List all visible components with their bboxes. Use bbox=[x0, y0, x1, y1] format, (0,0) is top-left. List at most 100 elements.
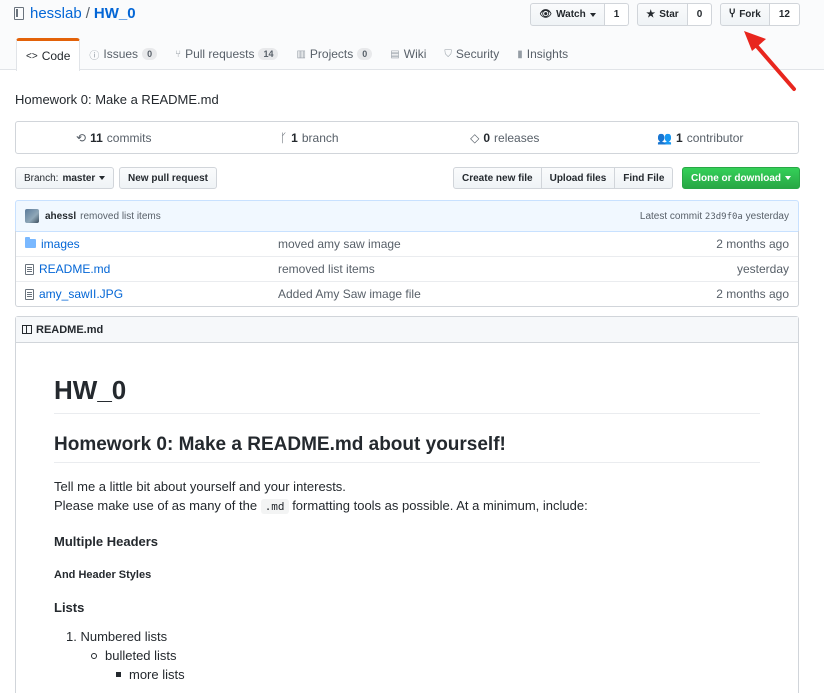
folder-icon bbox=[25, 237, 36, 248]
shield-icon: ⛉ bbox=[444, 48, 452, 60]
repo-actions: 👁 Watch 1 ★ Star 0 Ⴤ Fork 12 bbox=[530, 3, 800, 26]
book-icon bbox=[22, 325, 32, 334]
file-navigation: Create new file Upload files Find File bbox=[453, 167, 674, 189]
fork-button[interactable]: Ⴤ Fork bbox=[720, 3, 770, 26]
branch-count: 1 bbox=[291, 130, 298, 145]
commits-link[interactable]: ⟲ 11 commits bbox=[16, 122, 212, 153]
star-label: Star bbox=[659, 9, 679, 20]
file-name-cell: images bbox=[25, 237, 278, 251]
find-file-button[interactable]: Find File bbox=[614, 167, 674, 189]
tab-issues[interactable]: ⓘ Issues 0 bbox=[80, 38, 166, 70]
list-item: 1. Numbered lists bbox=[66, 629, 168, 644]
upload-files-button[interactable]: Upload files bbox=[540, 167, 616, 189]
tab-insights[interactable]: ▮ Insights bbox=[508, 38, 577, 70]
repo-tabs: <> Code ⓘ Issues 0 ⑂ Pull requests 14 ▥ … bbox=[16, 38, 577, 71]
readme-line2-pre: Please make use of as many of the bbox=[54, 498, 258, 513]
file-list: images moved amy saw image 2 months ago … bbox=[15, 231, 799, 307]
tab-issues-label: Issues bbox=[103, 47, 139, 61]
branch-icon: ᚴ bbox=[279, 130, 288, 145]
commits-count: 11 bbox=[90, 130, 103, 145]
releases-count: 0 bbox=[483, 130, 491, 145]
readme-h5: And Header Styles bbox=[54, 569, 152, 581]
star-button[interactable]: ★ Star bbox=[637, 3, 688, 26]
clone-or-download-button[interactable]: Clone or download bbox=[682, 167, 800, 189]
star-group: ★ Star 0 bbox=[637, 3, 713, 26]
file-link[interactable]: images bbox=[41, 237, 80, 251]
avatar[interactable] bbox=[25, 209, 39, 223]
readme-paragraph-line2: Please make use of as many of the .md fo… bbox=[54, 496, 588, 516]
contributors-link[interactable]: 👥 1 contributor bbox=[603, 122, 799, 153]
graph-icon: ▮ bbox=[517, 48, 523, 60]
watch-group: 👁 Watch 1 bbox=[530, 3, 630, 26]
commit-message-link[interactable]: removed list items bbox=[80, 211, 161, 222]
repo-name-link[interactable]: HW_0 bbox=[94, 5, 136, 22]
file-icon bbox=[25, 288, 34, 300]
clone-label: Clone or download bbox=[691, 172, 781, 184]
fork-icon: Ⴤ bbox=[729, 9, 736, 20]
tab-pull-requests[interactable]: ⑂ Pull requests 14 bbox=[166, 38, 287, 70]
list-item: amy_sawII.JPG Added Amy Saw image file 2… bbox=[16, 281, 798, 306]
commit-sha-link[interactable]: 23d9f0a bbox=[705, 212, 743, 222]
star-count[interactable]: 0 bbox=[687, 3, 713, 26]
readme-line2-post: formatting tools as possible. At a minim… bbox=[292, 498, 588, 513]
fork-label: Fork bbox=[739, 9, 761, 20]
tab-code-label: Code bbox=[41, 49, 71, 63]
file-name-cell: amy_sawII.JPG bbox=[25, 287, 278, 301]
file-commit-message-link[interactable]: removed list items bbox=[278, 262, 737, 276]
tab-wiki[interactable]: ▤ Wiki bbox=[381, 38, 435, 70]
star-icon: ★ bbox=[646, 9, 656, 20]
readme-paragraph: Tell me a little bit about yourself and … bbox=[54, 477, 588, 516]
contributor-count: 1 bbox=[676, 130, 683, 145]
issue-icon: ⓘ bbox=[89, 50, 100, 62]
latest-commit-bar: ahessl removed list items Latest commit … bbox=[15, 200, 799, 232]
issues-count-badge: 0 bbox=[142, 48, 158, 60]
divider bbox=[54, 413, 760, 414]
list-item: more lists bbox=[116, 667, 185, 682]
tab-security[interactable]: ⛉ Security bbox=[435, 38, 508, 70]
readme-h1: HW_0 bbox=[54, 375, 127, 405]
pull-request-icon: ⑂ bbox=[175, 48, 182, 60]
inline-code: .md bbox=[260, 499, 289, 514]
new-pull-request-button[interactable]: New pull request bbox=[119, 167, 218, 189]
tab-projects-label: Projects bbox=[309, 47, 354, 61]
fork-count[interactable]: 12 bbox=[769, 3, 800, 26]
releases-link[interactable]: ◇ 0 releases bbox=[407, 122, 603, 153]
readme-h2: Homework 0: Make a README.md about yours… bbox=[54, 434, 506, 455]
readme-h3: Multiple Headers bbox=[54, 534, 159, 549]
bullet-icon bbox=[91, 652, 97, 659]
repo-description: Homework 0: Make a README.md bbox=[15, 92, 219, 107]
eye-icon: 👁 bbox=[539, 9, 553, 20]
tab-wiki-label: Wiki bbox=[403, 47, 427, 61]
branch-prefix: Branch: bbox=[24, 172, 59, 184]
latest-commit-prefix: Latest commit bbox=[639, 210, 703, 222]
list-item-text: more lists bbox=[129, 667, 185, 682]
contributor-label: contributor bbox=[686, 130, 744, 145]
latest-commit-info: Latest commit 23d9f0a yesterday bbox=[640, 211, 789, 222]
tag-icon: ◇ bbox=[470, 130, 480, 145]
file-name-cell: README.md bbox=[25, 262, 278, 276]
chevron-down-icon bbox=[785, 176, 791, 180]
code-icon: <> bbox=[26, 50, 38, 62]
latest-commit-age: yesterday bbox=[745, 210, 789, 222]
tab-insights-label: Insights bbox=[526, 47, 569, 61]
file-link[interactable]: README.md bbox=[39, 262, 110, 276]
tab-projects[interactable]: ▥ Projects 0 bbox=[287, 38, 381, 70]
file-commit-message-link[interactable]: Added Amy Saw image file bbox=[278, 287, 716, 301]
watch-count[interactable]: 1 bbox=[604, 3, 630, 26]
branches-link[interactable]: ᚴ 1 branch bbox=[212, 122, 408, 153]
readme-title: README.md bbox=[36, 323, 104, 336]
tab-code[interactable]: <> Code bbox=[16, 38, 81, 71]
file-commit-message-link[interactable]: moved amy saw image bbox=[278, 237, 716, 251]
repo-owner-link[interactable]: hesslab bbox=[30, 5, 82, 22]
pull-requests-count-badge: 14 bbox=[258, 48, 279, 60]
file-link[interactable]: amy_sawII.JPG bbox=[39, 287, 123, 301]
commit-author-link[interactable]: ahessl bbox=[45, 211, 76, 222]
file-age: 2 months ago bbox=[716, 287, 789, 301]
create-new-file-button[interactable]: Create new file bbox=[453, 167, 542, 189]
readme-header: README.md bbox=[16, 317, 798, 343]
list-item-text: bulleted lists bbox=[105, 648, 177, 663]
repo-title: hesslab / HW_0 bbox=[14, 5, 136, 22]
watch-button[interactable]: 👁 Watch bbox=[530, 3, 605, 26]
branch-select-button[interactable]: Branch: master bbox=[15, 167, 115, 189]
book-icon: ▤ bbox=[390, 48, 400, 60]
